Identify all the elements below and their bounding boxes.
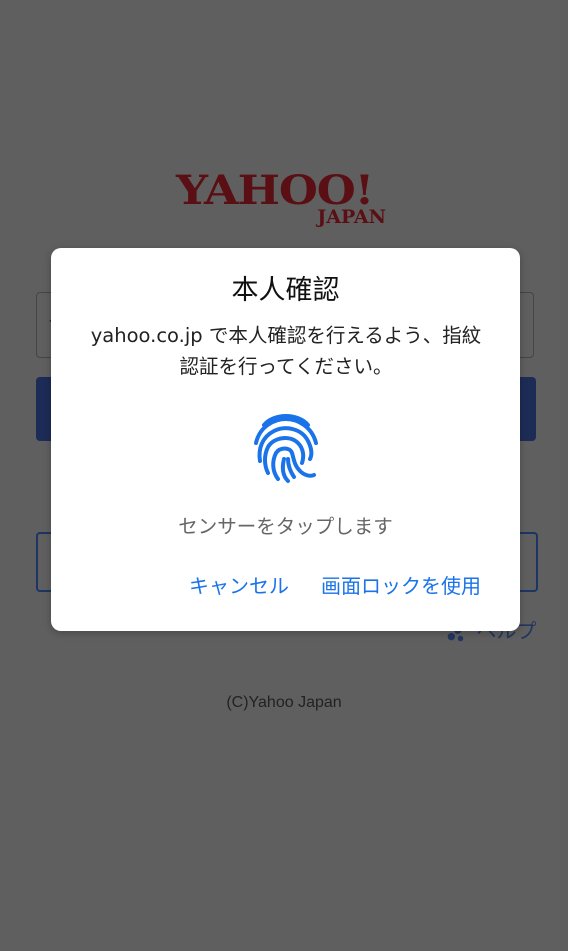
dialog-message: yahoo.co.jp で本人確認を行えるよう、指紋認証を行ってください。 bbox=[90, 324, 482, 378]
copyright-footer: (C)Yahoo Japan bbox=[226, 694, 342, 711]
use-screen-lock-button[interactable]: 画面ロックを使用 bbox=[315, 570, 487, 602]
fingerprint-icon[interactable] bbox=[250, 409, 322, 485]
sensor-hint: センサーをタップします bbox=[178, 515, 393, 538]
fingerprint-dialog: 本人確認 yahoo.co.jp で本人確認を行えるよう、指紋認証を行ってくださ… bbox=[51, 248, 520, 631]
logo-main-text: YAHOO! bbox=[176, 167, 374, 214]
cancel-button[interactable]: キャンセル bbox=[183, 570, 295, 602]
dialog-title: 本人確認 bbox=[231, 275, 340, 306]
yahoo-japan-logo: YAHOO! JAPAN bbox=[174, 171, 398, 233]
logo-sub-text: JAPAN bbox=[317, 206, 386, 228]
